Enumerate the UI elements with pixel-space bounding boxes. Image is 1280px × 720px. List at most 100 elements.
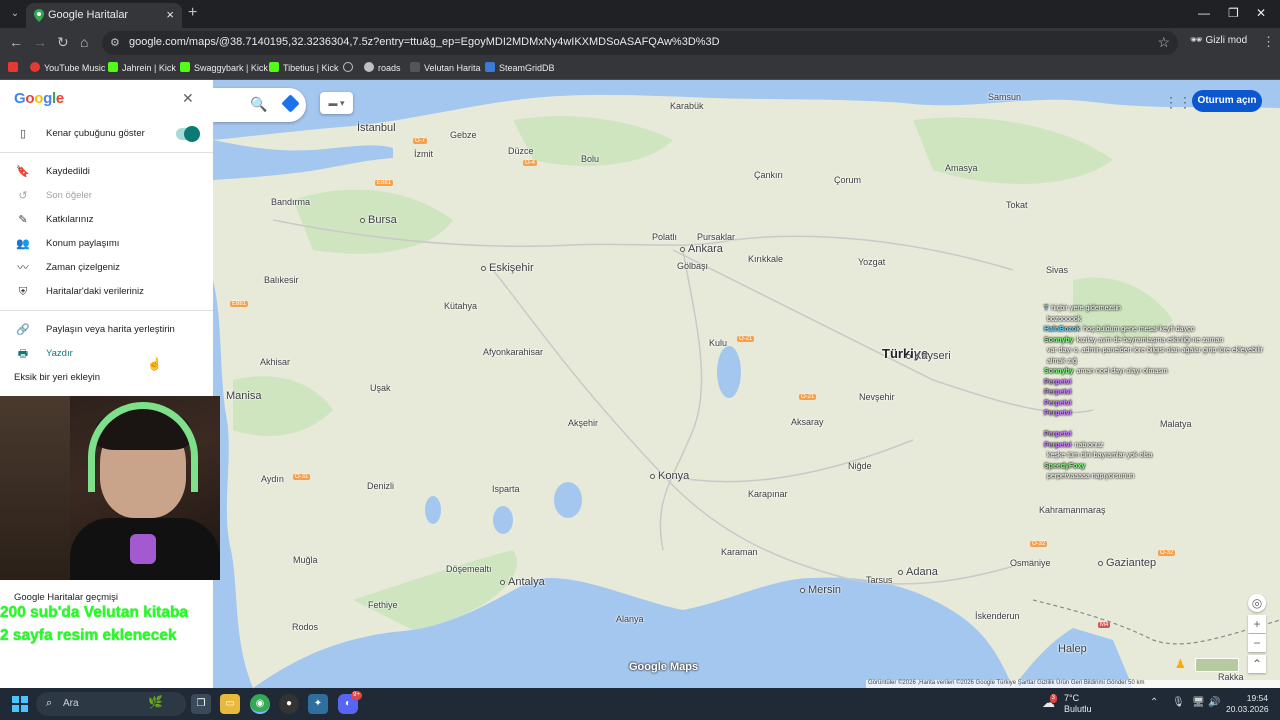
city-label[interactable]: Gebze	[450, 130, 477, 140]
city-label[interactable]: Kayseri	[906, 350, 951, 362]
city-label[interactable]: Kulu	[709, 338, 727, 348]
city-label[interactable]: Halep	[1058, 643, 1087, 655]
layers-thumbnail[interactable]	[1195, 658, 1239, 672]
taskbar-search[interactable]: ⌕ Ara 🌿	[36, 692, 186, 716]
show-sidebar-switch[interactable]	[176, 126, 200, 142]
add-missing-place-link[interactable]: Eksik bir yeri ekleyin	[14, 372, 100, 383]
reload-icon[interactable]: ↻	[57, 34, 69, 51]
city-label[interactable]: Kütahya	[444, 301, 477, 311]
bookmark-swaggybark-kick[interactable]: Swaggybark | Kick	[180, 62, 268, 73]
city-label[interactable]: Bursa	[360, 214, 397, 226]
obs-icon[interactable]: ●	[279, 694, 299, 714]
close-icon[interactable]: ✕	[182, 90, 194, 107]
sidebar-item-your-data[interactable]: ⛨ Haritalar'daki verileriniz	[0, 282, 213, 302]
chevron-up-icon[interactable]: ⌃	[1150, 697, 1158, 708]
city-label[interactable]: Aydın	[261, 474, 284, 484]
bookmark-tibetius-kick[interactable]: Tibetius | Kick	[269, 62, 339, 73]
city-label[interactable]: Çankırı	[754, 170, 783, 180]
city-label[interactable]: Sivas	[1046, 265, 1068, 275]
zoom-out-icon[interactable]: −	[1248, 634, 1266, 652]
city-label[interactable]: Amasya	[945, 163, 978, 173]
chrome-icon[interactable]: ◉	[250, 694, 270, 714]
window-close-icon[interactable]: ✕	[1256, 6, 1266, 20]
system-clock[interactable]: 19:54 20.03.2026	[1226, 693, 1269, 715]
city-label[interactable]: Tarsus	[866, 575, 893, 585]
city-label[interactable]: Rodos	[292, 622, 318, 632]
browser-menu-icon[interactable]: ⋮	[1262, 34, 1275, 50]
url-text[interactable]: google.com/maps/@38.7140195,32.3236304,7…	[129, 36, 720, 48]
network-icon[interactable]: 🖥	[1192, 697, 1205, 708]
city-label[interactable]: Adana	[898, 566, 938, 578]
sidebar-item-share-embed[interactable]: 🔗 Paylaşın veya harita yerleştirin	[0, 320, 213, 340]
restore-icon[interactable]: ❐	[1228, 6, 1239, 20]
home-icon[interactable]: ⌂	[80, 34, 88, 50]
show-sidebar-toggle-row[interactable]: ▯ Kenar çubuğunu göster	[0, 124, 213, 144]
sidebar-item-saved[interactable]: 🔖 Kaydedildi	[0, 162, 213, 182]
my-location-icon[interactable]: ◎	[1248, 594, 1266, 612]
city-label[interactable]: Manisa	[226, 390, 261, 402]
city-label[interactable]: Niğde	[848, 461, 872, 471]
sidebar-item-location-sharing[interactable]: 👥 Konum paylaşımı	[0, 234, 213, 254]
mic-tray-icon[interactable]: 🎙	[1172, 697, 1185, 708]
tab-search-chevron-icon[interactable]: ⌄	[6, 5, 24, 23]
minimize-icon[interactable]: —	[1198, 6, 1210, 20]
search-icon[interactable]: 🔍	[250, 96, 267, 113]
city-label[interactable]: Balıkesir	[264, 275, 299, 285]
city-label[interactable]: Akşehir	[568, 418, 598, 428]
city-label[interactable]: Antalya	[500, 576, 545, 588]
sidebar-item-contributions[interactable]: ✎ Katkılarınız	[0, 210, 213, 230]
city-label[interactable]: Kırıkkale	[748, 254, 783, 264]
city-label[interactable]: Karabük	[670, 101, 704, 111]
city-label[interactable]: Konya	[650, 470, 689, 482]
windows-start-icon[interactable]	[12, 696, 28, 712]
city-label[interactable]: Düzce	[508, 146, 534, 156]
city-label[interactable]: Samsun	[988, 92, 1021, 102]
city-label[interactable]: Fethiye	[368, 600, 398, 610]
new-tab-icon[interactable]: +	[188, 4, 197, 22]
city-label[interactable]: İskenderun	[975, 611, 1020, 621]
city-label[interactable]: Mersin	[800, 584, 841, 596]
back-icon[interactable]: ←	[9, 34, 23, 50]
forward-icon[interactable]: →	[33, 34, 47, 50]
bookmark-star-icon[interactable]: ☆	[1157, 34, 1170, 51]
city-label[interactable]: Döşemealtı	[446, 564, 492, 574]
city-label[interactable]: Karaman	[721, 547, 758, 557]
city-label[interactable]: İzmit	[414, 149, 433, 159]
city-label[interactable]: Muğla	[293, 555, 318, 565]
file-explorer-icon[interactable]: ▭	[220, 694, 240, 714]
discord-icon[interactable]: ◐ 9+	[338, 691, 362, 714]
city-label[interactable]: Osmaniye	[1010, 558, 1051, 568]
city-label[interactable]: Yozgat	[858, 257, 885, 267]
incognito-indicator[interactable]: 🕶 Gizli mod	[1190, 35, 1247, 46]
task-view-icon[interactable]: ❐	[191, 694, 211, 714]
city-label[interactable]: Bolu	[581, 154, 599, 164]
city-label[interactable]: Aksaray	[791, 417, 824, 427]
address-bar[interactable]: ⚙ google.com/maps/@38.7140195,32.3236304…	[102, 31, 1178, 55]
city-label[interactable]: Gölbaşı	[677, 261, 708, 271]
bookmark-velutan-harita[interactable]: Velutan Harita	[410, 62, 481, 73]
city-label[interactable]: Alanya	[616, 614, 644, 624]
app-icon[interactable]: ✦	[308, 694, 328, 714]
city-label[interactable]: Çorum	[834, 175, 861, 185]
sidebar-item-recent[interactable]: ↺ Son öğeler	[0, 186, 213, 206]
city-label[interactable]: Nevşehir	[859, 392, 895, 402]
bookmark-youtube-music[interactable]: YouTube Music	[30, 62, 105, 73]
city-label[interactable]: Eskişehir	[481, 262, 534, 274]
bookmark-roads[interactable]: roads	[364, 62, 401, 73]
city-label[interactable]: İstanbul	[357, 122, 396, 134]
signin-button[interactable]: Oturum açın	[1192, 90, 1262, 112]
browser-tab[interactable]: Google Haritalar ×	[26, 3, 182, 28]
globe-bookmark[interactable]	[343, 62, 357, 73]
city-label[interactable]: Uşak	[370, 383, 391, 393]
city-label[interactable]: Kahramanmaraş	[1039, 505, 1106, 515]
youtube-icon[interactable]	[8, 62, 22, 73]
city-label[interactable]: Akhisar	[260, 357, 290, 367]
sidebar-item-print[interactable]: 🖶 Yazdır	[0, 344, 213, 364]
city-label[interactable]: Ankara	[680, 243, 723, 255]
map-layers-dropdown[interactable]: ▬ ▾	[320, 92, 353, 114]
site-info-icon[interactable]: ⚙	[110, 36, 120, 49]
city-label[interactable]: Afyonkarahisar	[483, 347, 543, 357]
city-label[interactable]: Gaziantep	[1098, 557, 1156, 569]
pegman-icon[interactable]: ♟	[1175, 657, 1186, 671]
city-label[interactable]: Denizli	[367, 481, 394, 491]
